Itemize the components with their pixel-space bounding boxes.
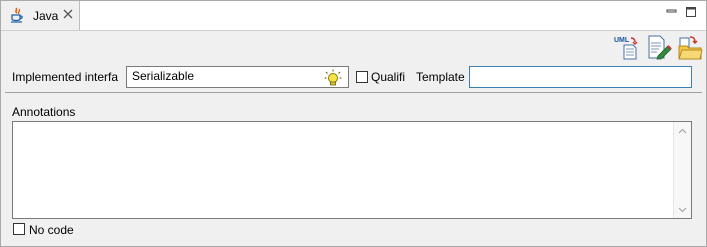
tab-label: Java [33,9,59,23]
close-icon[interactable] [62,8,74,20]
no-code-checkbox[interactable] [13,223,25,235]
no-code-label: No code [29,223,74,237]
uml-generate-icon[interactable]: UML [614,34,640,60]
tab-java[interactable]: Java [1,1,80,30]
template-input[interactable] [469,66,692,88]
svg-text:UML: UML [614,37,630,44]
implemented-interfaces-label: Implemented interfa [12,70,119,84]
scroll-up-icon[interactable] [678,127,687,136]
tab-strip: Java [1,1,706,31]
annotations-scrollbar[interactable] [673,122,691,218]
annotations-textarea[interactable] [12,121,692,219]
separator [5,92,702,93]
maximize-icon[interactable] [685,6,697,18]
open-folder-icon[interactable] [677,34,703,60]
qualified-checkbox[interactable] [356,71,368,83]
annotations-label: Annotations [12,105,76,119]
java-view: Java UML Implemented interfa Serializabl… [0,0,707,247]
qualified-label: Qualifi [371,70,406,84]
implemented-interfaces-value: Serializable [132,69,195,83]
edit-document-icon[interactable] [646,34,672,60]
implemented-interfaces-input[interactable]: Serializable [126,66,349,88]
java-icon [11,7,23,23]
minimize-icon[interactable] [666,6,678,18]
scroll-down-icon[interactable] [678,205,687,214]
template-label: Template [416,70,465,84]
lightbulb-icon[interactable] [324,69,342,87]
